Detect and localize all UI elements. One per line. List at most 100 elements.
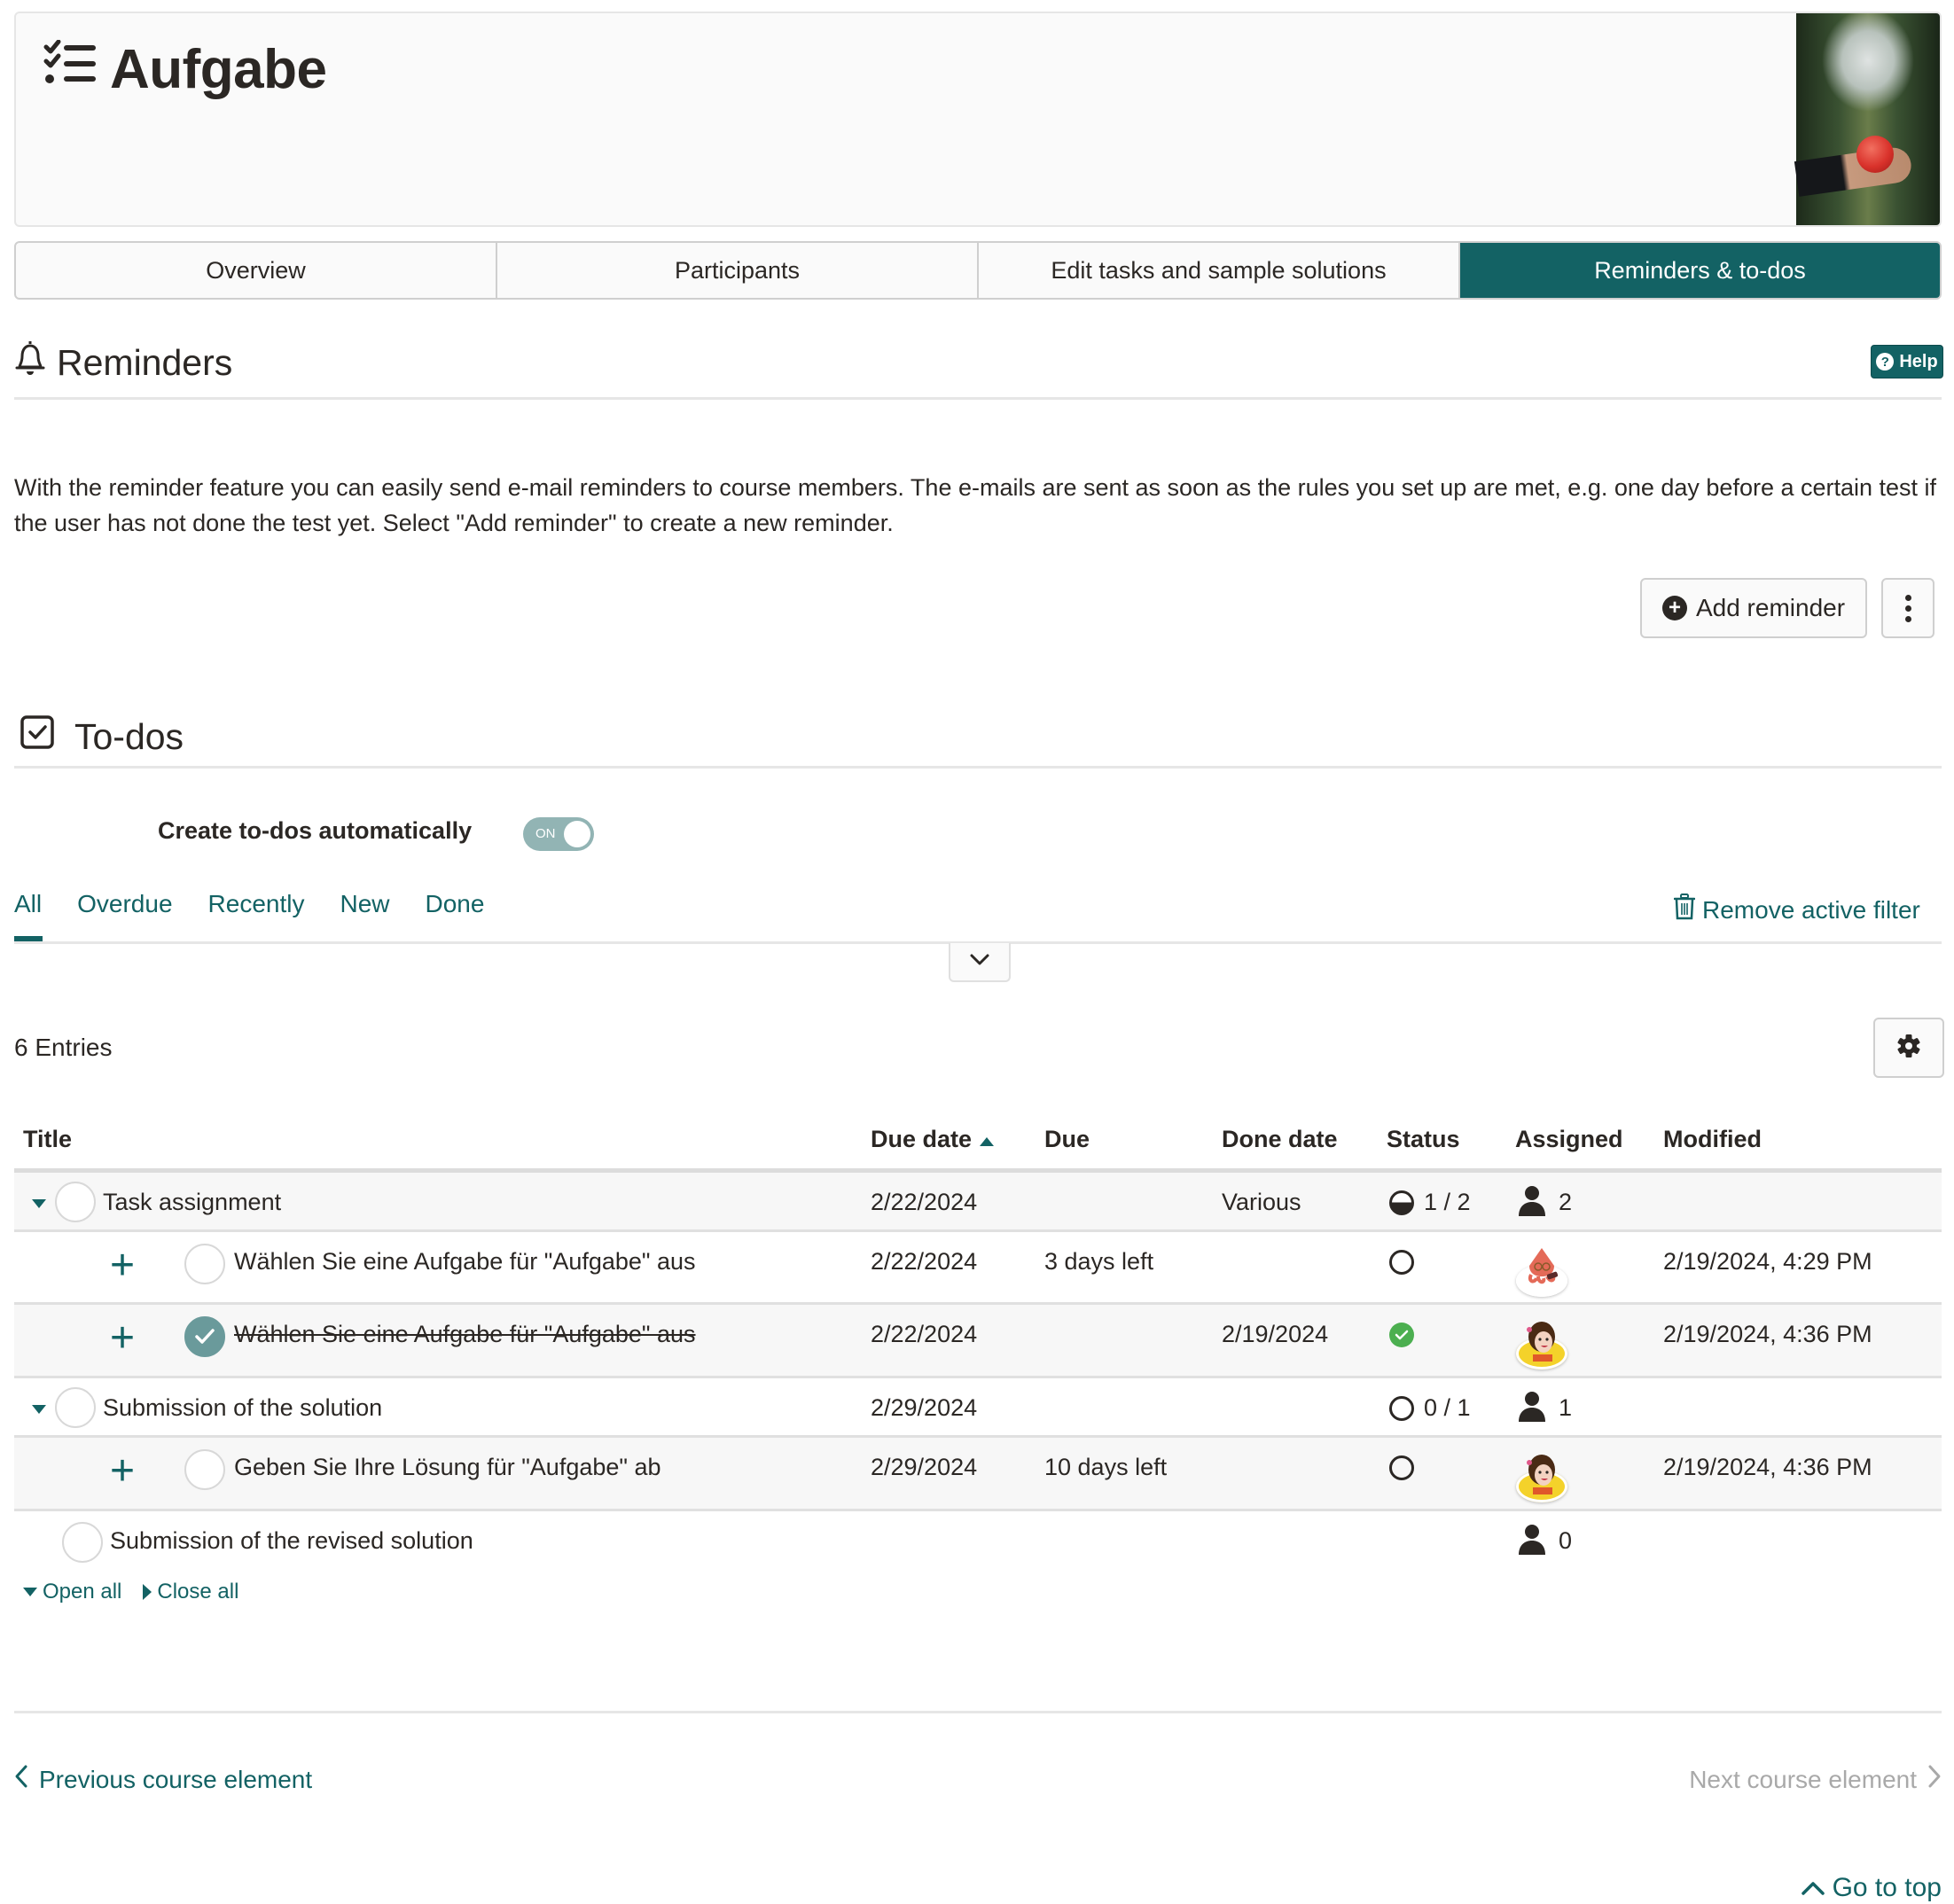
filter-tab-done[interactable]: Done xyxy=(425,890,484,931)
todo-checkbox[interactable] xyxy=(184,1449,225,1490)
close-all-link[interactable]: Close all xyxy=(143,1580,238,1604)
filter-tabs: All Overdue Recently New Done xyxy=(14,890,484,943)
collapse-caret-icon[interactable] xyxy=(32,1405,46,1414)
row-assigned-count: 1 xyxy=(1559,1394,1573,1421)
tab-participants[interactable]: Participants xyxy=(497,243,979,298)
row-modified: 2/19/2024, 4:29 PM xyxy=(1663,1248,1872,1275)
squid-avatar[interactable] xyxy=(1516,1248,1567,1297)
person-icon xyxy=(1518,1391,1546,1429)
remove-active-filter-link[interactable]: Remove active filter xyxy=(1673,893,1920,926)
row-due: 3 days left xyxy=(1044,1248,1154,1275)
hand-image-part xyxy=(1794,145,1914,197)
chevron-down-icon xyxy=(970,954,989,971)
toggle-knob xyxy=(564,821,590,847)
column-header-due-date[interactable]: Due date xyxy=(871,1126,995,1153)
table-row: Task assignment 2/22/2024 Various 1 / 2 … xyxy=(14,1173,1942,1232)
row-title[interactable]: Geben Sie Ihre Lösung für "Aufgabe" ab xyxy=(234,1454,661,1481)
page-title-text: Aufgabe xyxy=(110,39,327,100)
status-done-icon xyxy=(1389,1323,1414,1347)
tab-overview[interactable]: Overview xyxy=(16,243,497,298)
todo-checkbox-checked[interactable] xyxy=(184,1316,225,1357)
expand-filters-button[interactable] xyxy=(949,943,1011,982)
add-icon[interactable]: + xyxy=(110,1450,135,1493)
column-header-status[interactable]: Status xyxy=(1387,1126,1460,1153)
status-open-icon xyxy=(1389,1455,1414,1480)
column-header-modified[interactable]: Modified xyxy=(1663,1126,1762,1153)
column-header-done-date[interactable]: Done date xyxy=(1222,1126,1338,1153)
row-done-date: 2/19/2024 xyxy=(1222,1321,1329,1347)
course-element-image xyxy=(1794,13,1940,225)
todo-checkbox[interactable] xyxy=(184,1244,225,1284)
gear-icon xyxy=(1896,1034,1921,1063)
help-button[interactable]: ? Help xyxy=(1871,345,1943,378)
reminders-heading: Reminders xyxy=(14,339,232,386)
previous-course-element-link[interactable]: Previous course element xyxy=(14,1764,312,1795)
caret-right-icon xyxy=(143,1584,152,1600)
girl-avatar[interactable] xyxy=(1516,1322,1567,1369)
chevron-left-icon xyxy=(14,1764,28,1795)
task-list-icon xyxy=(43,38,98,101)
reminders-title: Reminders xyxy=(57,341,233,383)
kebab-icon xyxy=(1904,594,1911,601)
todo-checkbox[interactable] xyxy=(55,1182,96,1222)
row-due-date: 2/22/2024 xyxy=(871,1189,978,1215)
toggle-state: ON xyxy=(535,826,556,841)
tab-reminders-todos[interactable]: Reminders & to-dos xyxy=(1460,243,1940,298)
go-to-top-link[interactable]: Go to top xyxy=(1801,1873,1942,1903)
column-header-title[interactable]: Title xyxy=(23,1126,72,1153)
column-header-due[interactable]: Due xyxy=(1044,1126,1090,1153)
table-row: + Wählen Sie eine Aufgabe für "Aufgabe" … xyxy=(14,1305,1942,1378)
tab-edit-tasks[interactable]: Edit tasks and sample solutions xyxy=(979,243,1460,298)
remove-filter-label: Remove active filter xyxy=(1702,895,1920,924)
row-title[interactable]: Submission of the solution xyxy=(103,1394,382,1422)
filter-tab-new[interactable]: New xyxy=(340,890,389,931)
row-due-date: 2/29/2024 xyxy=(871,1454,978,1480)
reminders-description: With the reminder feature you can easily… xyxy=(14,474,1937,536)
table-settings-button[interactable] xyxy=(1873,1018,1944,1078)
auto-create-toggle[interactable]: ON xyxy=(523,817,594,851)
apple-image-part xyxy=(1856,136,1894,173)
row-due-date: 2/29/2024 xyxy=(871,1394,978,1421)
trash-icon xyxy=(1673,893,1696,926)
todo-checkbox[interactable] xyxy=(62,1522,103,1563)
row-status-text: 0 / 1 xyxy=(1424,1394,1471,1421)
person-icon xyxy=(1518,1185,1546,1223)
row-assigned-count: 0 xyxy=(1559,1527,1573,1554)
add-icon[interactable]: + xyxy=(110,1317,135,1360)
row-title[interactable]: Wählen Sie eine Aufgabe für "Aufgabe" au… xyxy=(234,1321,696,1348)
help-label: Help xyxy=(1899,351,1938,371)
page-title: Aufgabe xyxy=(43,38,327,101)
row-title[interactable]: Task assignment xyxy=(103,1189,281,1216)
row-modified: 2/19/2024, 4:36 PM xyxy=(1663,1454,1872,1480)
auto-create-label: Create to-dos automatically xyxy=(158,817,473,844)
status-open-icon xyxy=(1389,1396,1414,1421)
add-reminder-button[interactable]: + Add reminder xyxy=(1640,578,1867,638)
entries-count: 6 Entries xyxy=(14,1034,113,1061)
todos-divider xyxy=(14,766,1942,769)
sort-ascending-icon xyxy=(979,1126,995,1153)
filter-tab-recently[interactable]: Recently xyxy=(208,890,305,931)
row-title[interactable]: Submission of the revised solution xyxy=(110,1527,473,1555)
add-icon[interactable]: + xyxy=(110,1245,135,1287)
row-due-date: 2/22/2024 xyxy=(871,1248,978,1275)
collapse-caret-icon[interactable] xyxy=(32,1199,46,1208)
row-title[interactable]: Wählen Sie eine Aufgabe für "Aufgabe" au… xyxy=(234,1248,696,1276)
filter-tab-overdue[interactable]: Overdue xyxy=(77,890,172,931)
add-reminder-label: Add reminder xyxy=(1695,594,1846,621)
filter-tab-all[interactable]: All xyxy=(14,890,43,943)
more-options-button[interactable] xyxy=(1881,578,1934,638)
column-header-assigned[interactable]: Assigned xyxy=(1515,1126,1623,1153)
plus-circle-icon: + xyxy=(1661,596,1687,620)
chevron-right-icon xyxy=(1927,1764,1942,1795)
open-all-link[interactable]: Open all xyxy=(23,1580,121,1604)
reminders-divider xyxy=(14,397,1942,400)
todo-checkbox[interactable] xyxy=(55,1387,96,1428)
footer-divider xyxy=(14,1711,1942,1713)
todos-title: To-dos xyxy=(74,715,184,757)
girl-avatar[interactable] xyxy=(1516,1455,1567,1502)
course-element-header: Aufgabe xyxy=(14,12,1942,227)
row-modified: 2/19/2024, 4:36 PM xyxy=(1663,1321,1872,1347)
caret-down-icon xyxy=(23,1588,37,1596)
status-open-icon xyxy=(1389,1250,1414,1275)
question-icon: ? xyxy=(1876,353,1895,371)
